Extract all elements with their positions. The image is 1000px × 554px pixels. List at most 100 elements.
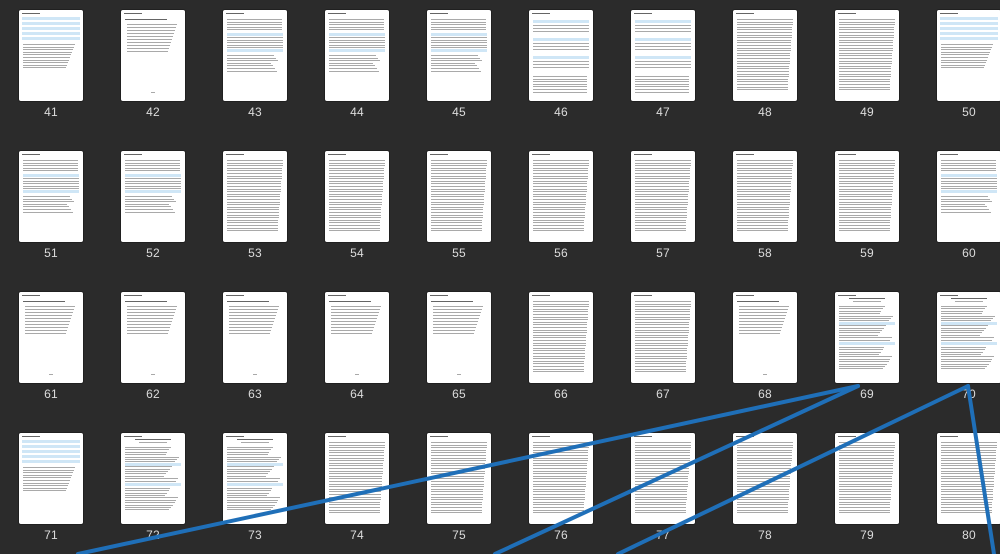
page-preview[interactable] <box>529 292 593 383</box>
page-thumbnail[interactable]: 48 <box>715 0 817 130</box>
page-preview[interactable] <box>529 433 593 524</box>
page-preview[interactable] <box>529 151 593 242</box>
page-thumbnail[interactable]: 54 <box>307 141 409 271</box>
page-thumbnail[interactable]: 52 <box>103 141 205 271</box>
page-thumbnail[interactable]: 60 <box>919 141 1000 271</box>
page-thumbnail[interactable]: 55 <box>409 141 511 271</box>
page-preview[interactable] <box>121 433 185 524</box>
page-thumbnail[interactable]: 59 <box>817 141 919 271</box>
page-thumbnail[interactable]: 63 <box>205 282 307 412</box>
page-preview[interactable] <box>325 292 389 383</box>
page-preview[interactable] <box>121 10 185 101</box>
page-preview[interactable] <box>631 10 695 101</box>
page-preview[interactable] <box>937 433 1000 524</box>
page-thumbnail[interactable]: 56 <box>511 141 613 271</box>
page-thumbnail[interactable]: 61 <box>1 282 103 412</box>
page-thumbnail[interactable]: 43 <box>205 0 307 130</box>
page-thumbnail[interactable]: 51 <box>1 141 103 271</box>
page-preview[interactable] <box>121 292 185 383</box>
page-thumbnail[interactable]: 67 <box>613 282 715 412</box>
page-thumbnail[interactable]: 68 <box>715 282 817 412</box>
text-line <box>635 475 689 477</box>
page-thumbnail[interactable]: 49 <box>817 0 919 130</box>
page-thumbnail[interactable]: 66 <box>511 282 613 412</box>
page-thumbnail[interactable]: 46 <box>511 0 613 130</box>
page-preview[interactable] <box>835 151 899 242</box>
page-thumbnail[interactable]: 72 <box>103 423 205 553</box>
page-preview[interactable] <box>835 292 899 383</box>
page-thumbnail[interactable]: 44 <box>307 0 409 130</box>
page-preview[interactable] <box>223 10 287 101</box>
page-preview[interactable] <box>529 10 593 101</box>
text-line <box>431 444 487 446</box>
text-line <box>941 167 996 169</box>
page-thumbnail[interactable]: 80 <box>919 423 1000 553</box>
text-line <box>125 449 170 451</box>
page-thumbnail[interactable]: 70 <box>919 282 1000 412</box>
text-line <box>25 324 69 325</box>
page-preview[interactable] <box>733 151 797 242</box>
page-thumbnail[interactable]: 73 <box>205 423 307 553</box>
page-preview[interactable] <box>835 10 899 101</box>
page-preview[interactable] <box>733 10 797 101</box>
page-preview[interactable] <box>427 151 491 242</box>
text-line <box>22 436 40 438</box>
page-thumbnail[interactable]: 74 <box>307 423 409 553</box>
page-preview[interactable] <box>631 151 695 242</box>
page-thumbnail[interactable]: 64 <box>307 282 409 412</box>
text-line <box>737 460 792 462</box>
text-line <box>839 191 893 193</box>
page-preview[interactable] <box>19 292 83 383</box>
page-preview[interactable] <box>223 433 287 524</box>
page-thumbnail[interactable]: 75 <box>409 423 511 553</box>
text-line <box>941 349 985 351</box>
text-line <box>127 24 177 25</box>
page-preview[interactable] <box>427 292 491 383</box>
page-preview[interactable] <box>325 151 389 242</box>
page-preview[interactable] <box>19 151 83 242</box>
text-line <box>431 21 486 23</box>
page-preview[interactable] <box>223 151 287 242</box>
text-line <box>635 363 687 365</box>
text-line <box>737 475 791 477</box>
page-thumbnail[interactable]: 58 <box>715 141 817 271</box>
page-preview[interactable] <box>427 10 491 101</box>
page-preview[interactable] <box>733 433 797 524</box>
page-thumbnail[interactable]: 71 <box>1 423 103 553</box>
page-preview[interactable] <box>631 292 695 383</box>
page-preview[interactable] <box>427 433 491 524</box>
page-preview[interactable] <box>121 151 185 242</box>
page-thumbnail[interactable]: 78 <box>715 423 817 553</box>
page-preview[interactable] <box>19 10 83 101</box>
text-line <box>737 63 790 65</box>
page-preview[interactable] <box>937 10 1000 101</box>
page-preview[interactable] <box>325 10 389 101</box>
page-preview[interactable] <box>937 151 1000 242</box>
page-thumbnail[interactable]: 47 <box>613 0 715 130</box>
page-thumbnail[interactable]: 69 <box>817 282 919 412</box>
page-thumbnail[interactable]: 65 <box>409 282 511 412</box>
page-thumbnail[interactable]: 57 <box>613 141 715 271</box>
page-thumbnail[interactable]: 77 <box>613 423 715 553</box>
page-thumbnail[interactable]: 41 <box>1 0 103 130</box>
page-preview[interactable] <box>733 292 797 383</box>
page-preview[interactable] <box>325 433 389 524</box>
page-thumbnail[interactable]: 76 <box>511 423 613 553</box>
text-line <box>533 193 587 195</box>
page-thumbnail[interactable]: 79 <box>817 423 919 553</box>
page-preview[interactable] <box>631 433 695 524</box>
page-preview[interactable] <box>937 292 1000 383</box>
page-preview[interactable] <box>223 292 287 383</box>
table-band <box>839 322 895 325</box>
page-thumbnail[interactable]: 42 <box>103 0 205 130</box>
text-line <box>635 334 689 336</box>
text-line <box>431 165 487 167</box>
page-thumbnail[interactable]: 53 <box>205 141 307 271</box>
page-thumbnail[interactable]: 50 <box>919 0 1000 130</box>
page-thumbnail[interactable]: 45 <box>409 0 511 130</box>
page-preview[interactable] <box>835 433 899 524</box>
text-line <box>635 81 689 83</box>
page-thumbnail[interactable]: 62 <box>103 282 205 412</box>
page-preview[interactable] <box>19 433 83 524</box>
text-line <box>227 209 280 211</box>
